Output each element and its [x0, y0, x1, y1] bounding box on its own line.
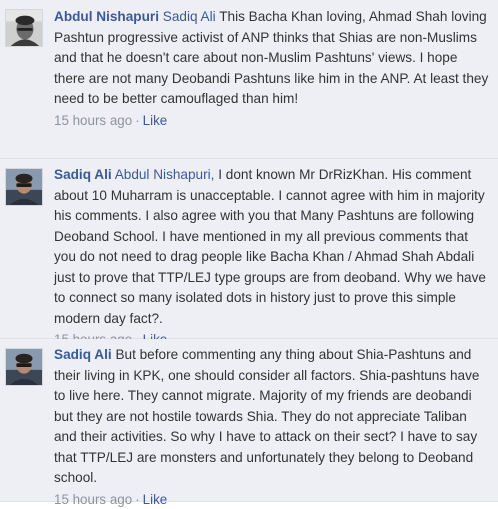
comment-author-link[interactable]: Sadiq Ali: [54, 347, 112, 362]
like-link[interactable]: Like: [143, 492, 168, 507]
mention-link[interactable]: Abdul Nishapuri,: [115, 167, 215, 182]
comment-body: Sadiq Ali But before commenting any thin…: [54, 345, 490, 489]
mention-link[interactable]: Sadiq Ali: [163, 9, 216, 24]
comment-meta: 15 hours ago·Like: [54, 112, 490, 130]
comment-author-link[interactable]: Abdul Nishapuri: [54, 9, 159, 24]
comment-timestamp[interactable]: 15 hours ago: [54, 113, 132, 128]
avatar[interactable]: [5, 168, 43, 206]
comment-meta: 15 hours ago·Like: [54, 491, 490, 509]
comment-body: Sadiq Ali Abdul Nishapuri, I dont known …: [54, 165, 490, 329]
comment-body: Abdul Nishapuri Sadiq Ali This Bacha Kha…: [54, 7, 490, 110]
profile-photo-icon: [6, 10, 42, 46]
comment-item: Abdul Nishapuri Sadiq Ali This Bacha Kha…: [0, 0, 498, 159]
comment-item: Sadiq Ali But before commenting any thin…: [0, 339, 498, 507]
separator: ·: [135, 491, 140, 507]
comment-timestamp[interactable]: 15 hours ago: [54, 492, 132, 507]
comment-text: But before commenting any thing about Sh…: [54, 347, 480, 485]
like-link[interactable]: Like: [143, 113, 168, 128]
profile-photo-icon: [6, 169, 42, 205]
comment-list: Abdul Nishapuri Sadiq Ali This Bacha Kha…: [0, 0, 498, 507]
comment-author-link[interactable]: Sadiq Ali: [54, 167, 112, 182]
comment-text: I dont known Mr DrRizKhan. His comment a…: [54, 167, 486, 326]
avatar[interactable]: [5, 348, 43, 386]
separator: ·: [135, 112, 140, 128]
comment-item: Sadiq Ali Abdul Nishapuri, I dont known …: [0, 159, 498, 347]
profile-photo-icon: [6, 349, 42, 385]
avatar[interactable]: [5, 9, 43, 47]
